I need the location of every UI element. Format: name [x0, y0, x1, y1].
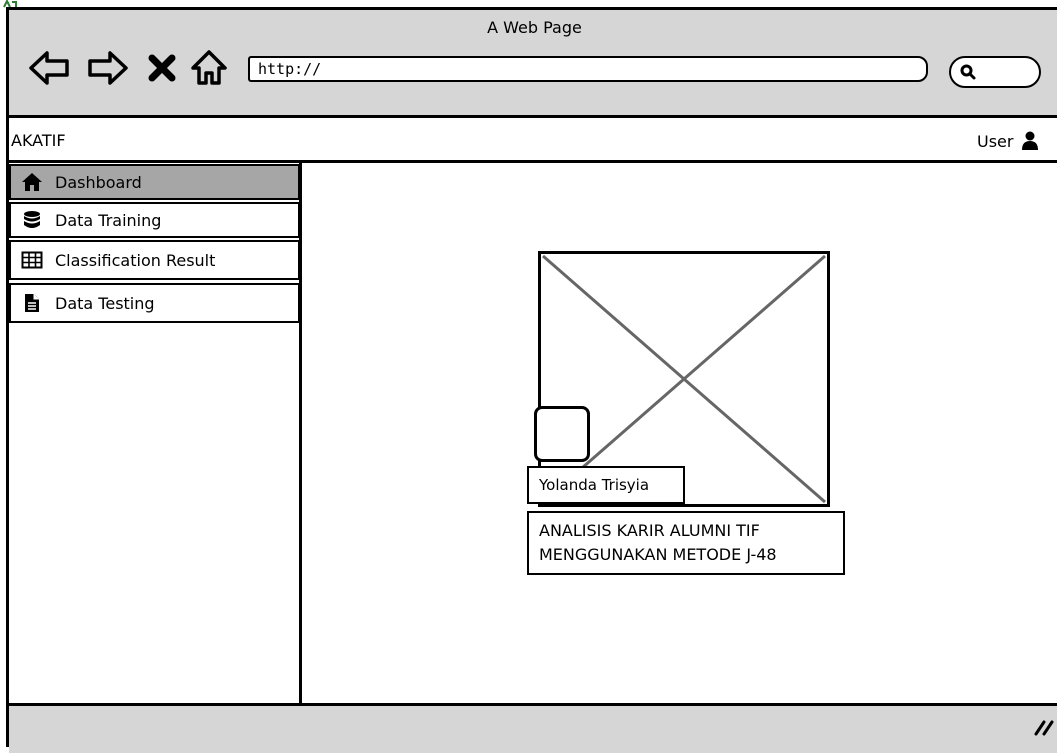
sidebar-item-label: Classification Result [55, 250, 216, 270]
window-title: A Web Page [487, 18, 582, 37]
resize-handle-icon[interactable] [1034, 718, 1056, 736]
search-button[interactable] [949, 56, 1041, 88]
thesis-title-line-1: ANALISIS KARIR ALUMNI TIF [539, 521, 760, 540]
app-header: AKATIF User [9, 118, 1057, 163]
sidebar-item-dashboard[interactable]: Dashboard [9, 164, 300, 200]
back-button[interactable] [27, 48, 71, 88]
sidebar-item-label: Data Training [55, 210, 162, 230]
sidebar-item-label: Dashboard [55, 172, 142, 192]
home-icon [21, 172, 43, 192]
database-icon [21, 210, 43, 230]
app-name: AKATIF [11, 131, 66, 150]
table-icon [21, 250, 43, 270]
thesis-title: ANALISIS KARIR ALUMNI TIF MENGGUNAKAN ME… [527, 511, 845, 575]
file-icon [21, 293, 43, 313]
thesis-title-line-2: MENGGUNAKAN METODE J-48 [539, 545, 777, 564]
search-icon [960, 64, 976, 80]
status-bar [9, 703, 1057, 753]
forward-arrow-icon [88, 51, 128, 85]
browser-toolbar: A Web Page http:// [9, 10, 1057, 118]
stop-button[interactable] [145, 48, 179, 88]
sidebar-item-data-training[interactable]: Data Training [9, 202, 300, 238]
sidebar: Dashboard Data Training Classification R… [9, 163, 302, 703]
home-button[interactable] [189, 48, 229, 88]
home-icon [191, 50, 227, 85]
sidebar-item-data-testing[interactable]: Data Testing [9, 283, 300, 323]
avatar [534, 406, 590, 462]
sidebar-item-label: Data Testing [55, 293, 155, 313]
forward-button[interactable] [86, 48, 130, 88]
address-bar[interactable]: http:// [248, 56, 928, 82]
author-name: Yolanda Trisyia [527, 466, 685, 504]
user-menu[interactable]: User [977, 131, 1039, 151]
stop-icon [148, 54, 176, 82]
user-label: User [977, 131, 1014, 151]
user-icon [1022, 131, 1039, 150]
browser-window: A Web Page http:// AKATIF User Dashboard… [6, 7, 1057, 753]
sidebar-item-classification-result[interactable]: Classification Result [9, 240, 300, 280]
back-arrow-icon [29, 51, 69, 85]
